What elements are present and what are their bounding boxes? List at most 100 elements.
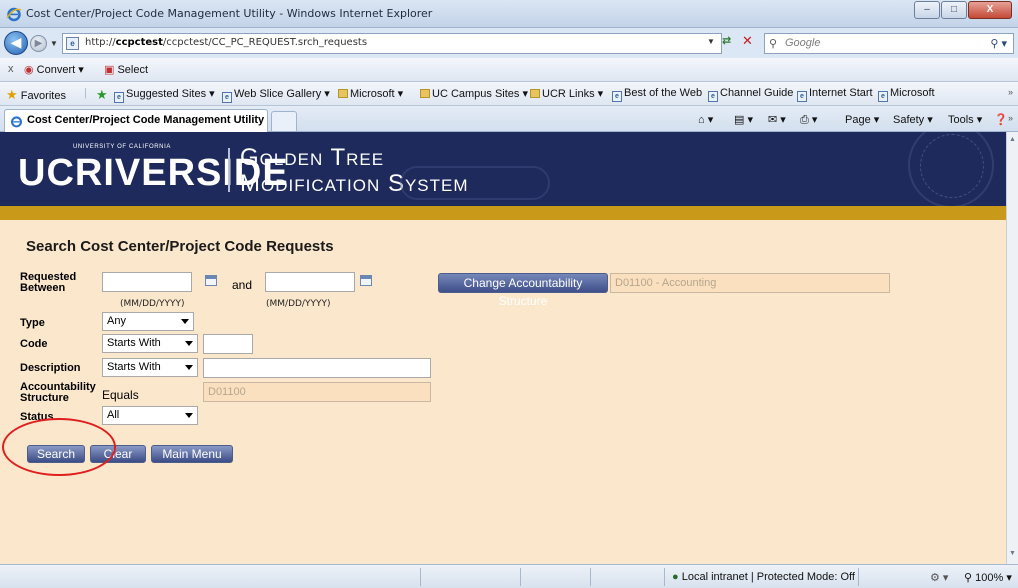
feeds-icon[interactable]: ▤ ▾ bbox=[734, 113, 753, 126]
command-bar: x ◉ Convert ▾ ▣ Select bbox=[0, 58, 1018, 82]
convert-button[interactable]: ◉ Convert ▾ bbox=[24, 63, 84, 76]
refresh-icon[interactable]: ⇄ bbox=[722, 34, 731, 47]
fav-suggested-sites[interactable]: e Suggested Sites ▾ bbox=[114, 87, 215, 103]
folder-icon bbox=[420, 89, 430, 98]
chevron-more-icon[interactable]: » bbox=[1008, 113, 1013, 123]
toolbar-close-icon[interactable]: x bbox=[8, 63, 14, 75]
internet-explorer-icon bbox=[6, 7, 22, 22]
banner-uc-small: UNIVERSITY OF CALIFORNIA bbox=[73, 144, 171, 150]
fav-best-of-the-web[interactable]: e Best of the Web bbox=[612, 87, 702, 102]
from-date-format-hint: (MM/DD/YYYY) bbox=[120, 299, 185, 309]
chevron-down-icon bbox=[181, 319, 189, 324]
to-date-input[interactable] bbox=[265, 272, 355, 292]
folder-icon bbox=[338, 89, 348, 98]
tools-menu[interactable]: Tools ▾ bbox=[948, 113, 982, 126]
popup-blocker-icon[interactable]: ⚙ ▾ bbox=[930, 571, 948, 584]
fav-internet-start[interactable]: e Internet Start bbox=[797, 87, 873, 102]
security-zone[interactable]: ● Local intranet | Protected Mode: Off bbox=[672, 571, 855, 583]
favorites-bar: ★ Favorites | ★ e Suggested Sites ▾ e Web … bbox=[0, 82, 1018, 106]
chevron-down-icon bbox=[185, 365, 193, 370]
university-seal-icon bbox=[908, 132, 994, 206]
accountability-structure-display: D01100 - Accounting bbox=[610, 273, 890, 293]
address-bar: ◀ ▶ ▼ e http://ccpctest/ccpctest/CC_PC_R… bbox=[0, 28, 1018, 58]
add-to-favorites-icon[interactable]: ★ bbox=[96, 87, 108, 103]
change-accountability-structure-button[interactable]: Change Accountability Structure bbox=[438, 273, 608, 308]
new-tab-button[interactable] bbox=[271, 111, 297, 131]
page-icon: e bbox=[66, 37, 79, 50]
page-icon: e bbox=[612, 91, 622, 102]
tab-label: Cost Center/Project Code Management Util… bbox=[27, 114, 265, 126]
search-input[interactable]: ⚲ Google ⚲ ▾ bbox=[764, 33, 1014, 54]
search-icon: ⚲ bbox=[769, 38, 778, 50]
fav-ucr-links[interactable]: UCR Links ▾ bbox=[530, 87, 603, 100]
print-icon[interactable]: ⎙ ▾ bbox=[800, 113, 817, 127]
gold-stripe bbox=[0, 206, 1006, 220]
fav-web-slice-gallery[interactable]: e Web Slice Gallery ▾ bbox=[222, 87, 330, 103]
page-icon: e bbox=[222, 92, 232, 103]
window-title: Cost Center/Project Code Management Util… bbox=[26, 7, 433, 20]
tab-bar: Cost Center/Project Code Management Util… bbox=[0, 106, 1018, 132]
calendar-icon[interactable] bbox=[205, 275, 217, 286]
scroll-up-icon[interactable]: ▲ bbox=[1009, 136, 1016, 143]
select-button[interactable]: ▣ Select bbox=[104, 63, 148, 76]
stop-icon[interactable]: ✕ bbox=[742, 33, 753, 49]
type-select-value: Any bbox=[107, 315, 126, 327]
url-field[interactable]: e http://ccpctest/ccpctest/CC_PC_REQUEST… bbox=[62, 33, 722, 54]
fav-microsoft[interactable]: e Microsoft bbox=[878, 87, 935, 102]
vertical-scrollbar[interactable]: ▲ ▼ bbox=[1006, 132, 1018, 564]
banner-divider bbox=[228, 148, 230, 192]
code-operator-select[interactable]: Starts With bbox=[102, 334, 198, 353]
internet-explorer-icon bbox=[11, 116, 22, 128]
minimize-button[interactable]: – bbox=[914, 1, 940, 19]
fav-microsoft-folder[interactable]: Microsoft ▾ bbox=[338, 87, 403, 100]
description-operator-select[interactable]: Starts With bbox=[102, 358, 198, 377]
url-dropdown-icon[interactable]: ▼ bbox=[707, 37, 715, 46]
fav-uc-campus-sites[interactable]: UC Campus Sites ▾ bbox=[420, 87, 528, 100]
to-date-format-hint: (MM/DD/YYYY) bbox=[266, 299, 331, 309]
maximize-button[interactable]: □ bbox=[941, 1, 967, 19]
main-menu-button[interactable]: Main Menu bbox=[151, 445, 233, 463]
banner-watermark bbox=[400, 166, 550, 200]
status-select-value: All bbox=[107, 409, 120, 421]
annotation-highlight-circle bbox=[2, 418, 116, 476]
type-select[interactable]: Any bbox=[102, 312, 194, 331]
close-window-button[interactable]: X bbox=[968, 1, 1012, 19]
ie-icon: e bbox=[114, 92, 124, 103]
forward-button[interactable]: ▶ bbox=[30, 35, 47, 52]
safety-menu[interactable]: Safety ▾ bbox=[893, 113, 933, 126]
banner-title-line1: Golden Tree bbox=[240, 144, 385, 171]
status-bar: ● Local intranet | Protected Mode: Off ⚙… bbox=[0, 564, 1018, 588]
mail-icon[interactable]: ✉ ▾ bbox=[768, 113, 786, 126]
calendar-icon[interactable] bbox=[360, 275, 372, 286]
page-menu[interactable]: Page ▾ bbox=[845, 113, 879, 126]
folder-icon bbox=[530, 89, 540, 98]
chevron-more-icon[interactable]: » bbox=[1008, 87, 1013, 97]
code-operator-value: Starts With bbox=[107, 337, 161, 349]
type-label: Type bbox=[20, 317, 45, 329]
search-go-icon[interactable]: ⚲ ▾ bbox=[990, 37, 1007, 50]
history-dropdown-icon[interactable]: ▼ bbox=[50, 39, 58, 48]
page-content: UNIVERSITY OF CALIFORNIA UCRIVERSIDE Gol… bbox=[0, 132, 1006, 564]
description-input[interactable] bbox=[203, 358, 431, 378]
requested-between-label: Requested Between bbox=[20, 271, 77, 294]
chevron-down-icon bbox=[185, 341, 193, 346]
fav-channel-guide[interactable]: e Channel Guide bbox=[708, 87, 793, 102]
from-date-input[interactable] bbox=[102, 272, 192, 292]
home-icon[interactable]: ⌂ ▾ bbox=[698, 113, 713, 126]
back-button[interactable]: ◀ bbox=[4, 31, 28, 55]
status-select[interactable]: All bbox=[102, 406, 198, 425]
tab-active[interactable]: Cost Center/Project Code Management Util… bbox=[4, 109, 268, 132]
accountability-operator: Equals bbox=[102, 388, 139, 402]
and-label: and bbox=[232, 278, 253, 292]
scroll-down-icon[interactable]: ▼ bbox=[1009, 550, 1016, 557]
favorites-button[interactable]: ★ Favorites bbox=[6, 87, 66, 103]
select-icon: ▣ bbox=[104, 64, 115, 76]
page-icon: e bbox=[797, 91, 807, 102]
convert-icon: ◉ bbox=[24, 64, 34, 76]
help-icon[interactable]: ❓ bbox=[994, 113, 1008, 126]
zoom-level[interactable]: ⚲ 100% ▾ bbox=[964, 571, 1012, 584]
site-banner: UNIVERSITY OF CALIFORNIA UCRIVERSIDE Gol… bbox=[0, 132, 1006, 206]
globe-icon: ● bbox=[672, 571, 679, 583]
code-input[interactable] bbox=[203, 334, 253, 354]
page-icon: e bbox=[708, 91, 718, 102]
